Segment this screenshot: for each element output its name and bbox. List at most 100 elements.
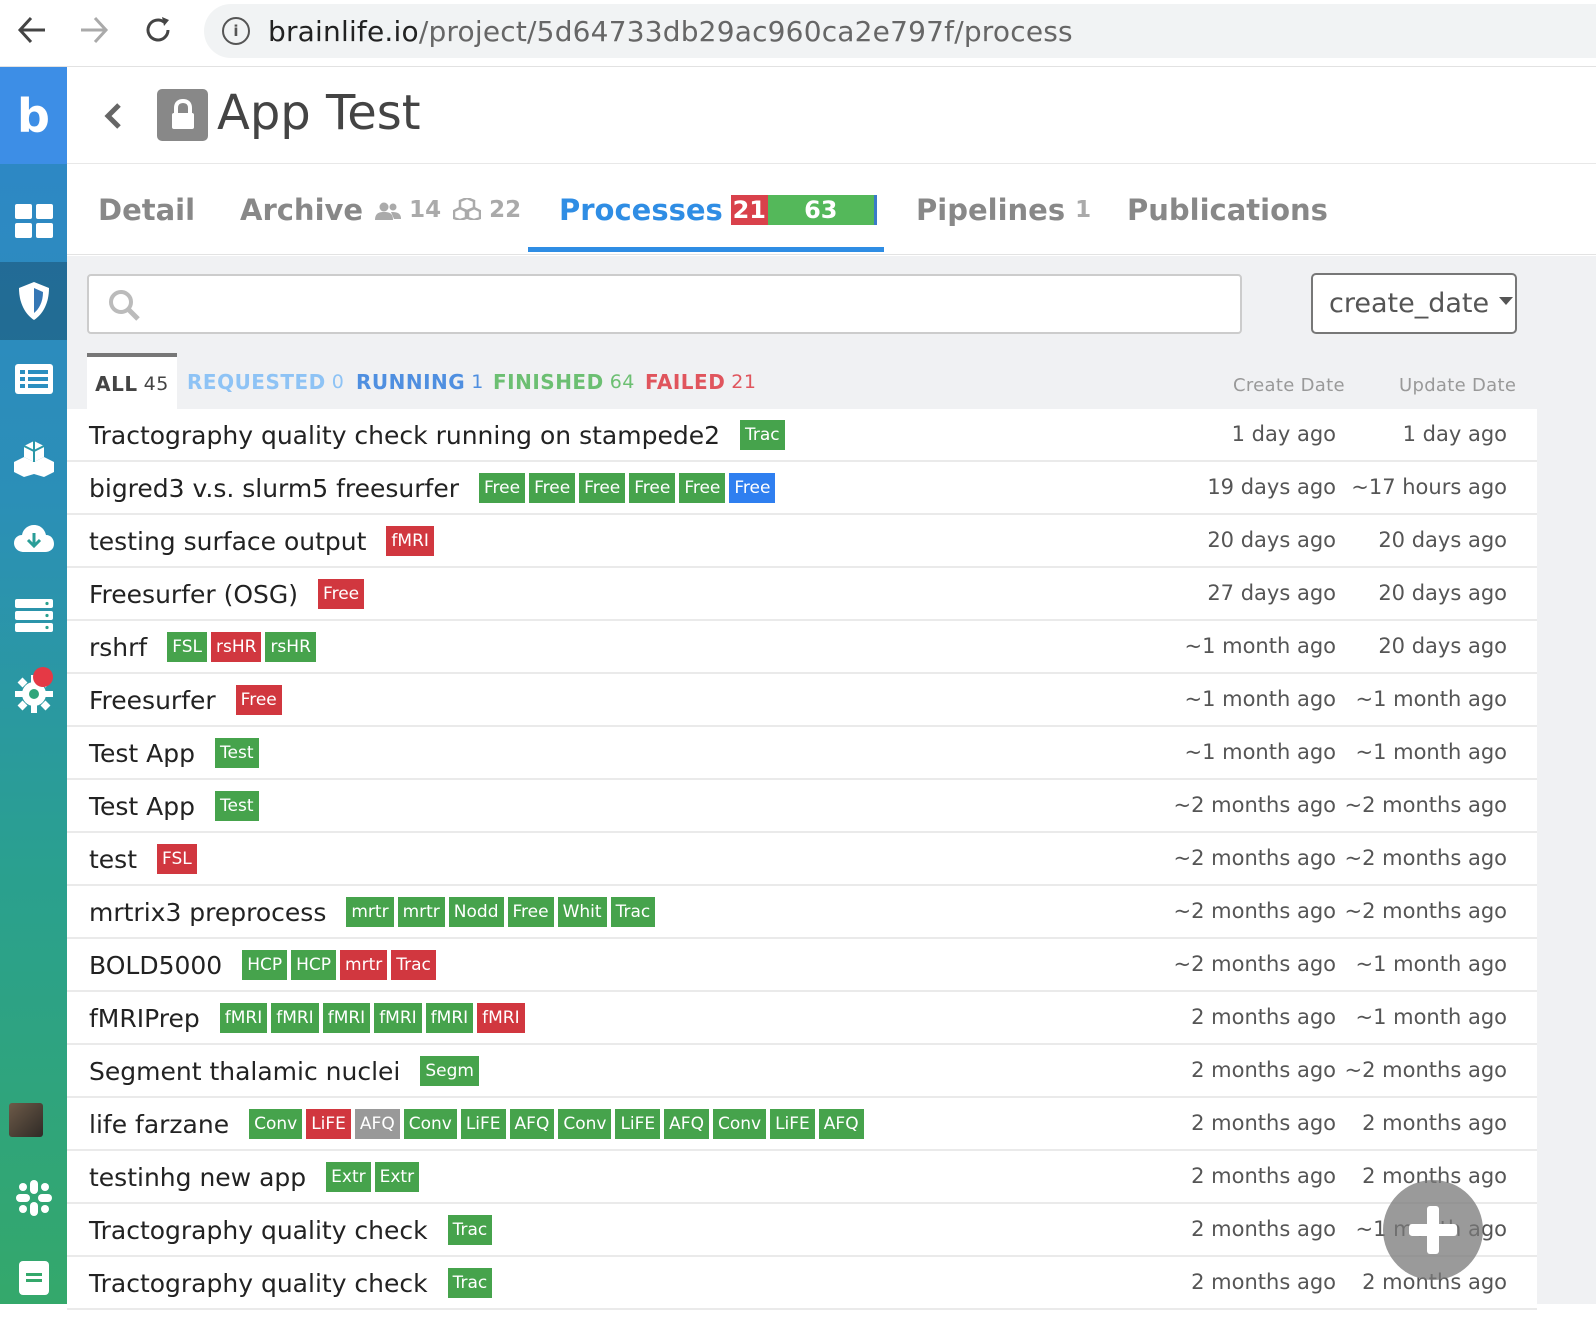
create-date-header[interactable]: Create Date bbox=[1233, 375, 1345, 396]
shield-icon[interactable] bbox=[0, 262, 67, 340]
task-tag[interactable]: Extr bbox=[374, 1162, 420, 1192]
task-tag[interactable]: Test bbox=[215, 791, 259, 821]
task-tag[interactable]: LiFE bbox=[615, 1109, 661, 1139]
task-tag[interactable]: FSL bbox=[157, 844, 197, 874]
reload-icon[interactable] bbox=[138, 10, 178, 50]
info-icon[interactable]: i bbox=[222, 17, 250, 45]
task-tag[interactable]: Free bbox=[318, 579, 365, 609]
task-tag[interactable]: rsHR bbox=[265, 632, 316, 662]
task-tag[interactable]: fMRI bbox=[219, 1003, 268, 1033]
filter-failed[interactable]: FAILED 21 bbox=[645, 353, 756, 411]
tab-detail[interactable]: Detail bbox=[98, 193, 195, 227]
tab-publications[interactable]: Publications bbox=[1127, 193, 1328, 227]
process-row[interactable]: fMRIPrep fMRI fMRI fMRI fMRI fMRI fMRI 2 months… bbox=[67, 992, 1537, 1045]
filter-all[interactable]: ALL 45 bbox=[87, 353, 177, 411]
cloud-download-icon[interactable] bbox=[0, 500, 67, 578]
process-row[interactable]: Tractography quality check Trac 2 months a… bbox=[67, 1204, 1537, 1257]
task-tag[interactable]: AFQ bbox=[818, 1109, 864, 1139]
task-tag[interactable]: Free bbox=[529, 473, 576, 503]
task-tag[interactable]: mrtr bbox=[397, 897, 445, 927]
process-row[interactable]: Freesurfer (OSG) Free 27 days ago 20 days a… bbox=[67, 568, 1537, 621]
tab-archive[interactable]: Archive 14 22 bbox=[240, 193, 521, 227]
process-row[interactable]: Tractography quality check Trac 2 months a… bbox=[67, 1257, 1537, 1310]
task-tag[interactable]: Free bbox=[507, 897, 554, 927]
process-row[interactable]: bigred3 v.s. slurm5 freesurfer Free Free Fr… bbox=[67, 462, 1537, 515]
user-avatar[interactable] bbox=[9, 1103, 43, 1137]
task-tag[interactable]: Free bbox=[579, 473, 626, 503]
cubes-icon[interactable] bbox=[0, 420, 67, 498]
address-bar[interactable]: i brainlife.io/project/5d64733db29ac960c… bbox=[204, 4, 1596, 58]
filter-running[interactable]: RUNNING 1 bbox=[356, 353, 484, 411]
filter-requested[interactable]: REQUESTED 0 bbox=[187, 353, 344, 411]
task-tag[interactable]: Trac bbox=[447, 1215, 493, 1245]
filter-finished[interactable]: FINISHED 64 bbox=[493, 353, 635, 411]
dashboard-icon[interactable] bbox=[0, 182, 67, 260]
task-tag[interactable]: Conv bbox=[249, 1109, 303, 1139]
list-icon[interactable] bbox=[0, 340, 67, 418]
task-tag[interactable]: fMRI bbox=[477, 1003, 525, 1033]
settings-gear-icon[interactable] bbox=[0, 655, 67, 733]
task-tag[interactable]: LiFE bbox=[306, 1109, 351, 1139]
process-row[interactable]: testing surface output fMRI 20 days ago 20 … bbox=[67, 515, 1537, 568]
task-tag[interactable]: Free bbox=[479, 473, 526, 503]
task-tag[interactable]: Conv bbox=[712, 1109, 767, 1139]
doc-icon[interactable] bbox=[0, 1239, 67, 1317]
search-input[interactable] bbox=[87, 274, 1242, 334]
add-process-button[interactable] bbox=[1383, 1180, 1483, 1280]
task-tag[interactable]: FSL bbox=[167, 632, 207, 662]
task-tag[interactable]: Nodd bbox=[448, 897, 504, 927]
task-tag[interactable]: Trac bbox=[447, 1268, 493, 1298]
task-tag[interactable]: fMRI bbox=[322, 1003, 371, 1033]
task-tag[interactable]: mrtr bbox=[346, 897, 394, 927]
brainlife-logo[interactable]: b bbox=[0, 67, 67, 164]
process-row[interactable]: BOLD5000 HCP HCP mrtr Trac ~2 months ago ~1 mo… bbox=[67, 939, 1537, 992]
back-icon[interactable] bbox=[12, 10, 52, 50]
process-row[interactable]: life farzane Conv LiFE AFQ Conv LiFE AFQ Conv Li… bbox=[67, 1098, 1537, 1151]
task-tag[interactable]: Free bbox=[629, 473, 676, 503]
task-tag[interactable]: AFQ bbox=[354, 1109, 400, 1139]
task-tag[interactable]: rsHR bbox=[210, 632, 262, 662]
task-tag[interactable]: Test bbox=[215, 738, 259, 768]
process-row[interactable]: test FSL ~2 months ago ~2 months ago bbox=[67, 833, 1537, 886]
tab-processes[interactable]: Processes 21 63 bbox=[559, 193, 877, 227]
process-row[interactable]: Test App Test ~1 month ago ~1 month ago bbox=[67, 727, 1537, 780]
task-tag[interactable]: HCP bbox=[242, 950, 288, 980]
task-tag[interactable]: mrtr bbox=[340, 950, 388, 980]
tab-pipelines[interactable]: Pipelines 1 bbox=[916, 193, 1091, 227]
slack-icon[interactable] bbox=[0, 1159, 67, 1237]
task-tag[interactable]: Segm bbox=[420, 1056, 479, 1086]
task-tag[interactable]: Trac bbox=[610, 897, 656, 927]
forward-icon[interactable] bbox=[74, 10, 114, 50]
task-tag[interactable]: AFQ bbox=[509, 1109, 555, 1139]
server-icon[interactable] bbox=[0, 577, 67, 655]
task-tag[interactable]: Trac bbox=[391, 950, 436, 980]
sort-select[interactable]: create_date bbox=[1311, 273, 1517, 334]
process-name-text: Tractography quality check bbox=[89, 1268, 428, 1298]
process-row[interactable]: Tractography quality check running on st… bbox=[67, 409, 1537, 462]
task-tag[interactable]: fMRI bbox=[374, 1003, 422, 1033]
task-tag[interactable]: Extr bbox=[326, 1162, 371, 1192]
task-tag[interactable]: Trac bbox=[739, 420, 785, 450]
task-tag[interactable]: Free bbox=[729, 473, 776, 503]
task-tag[interactable]: Free bbox=[235, 685, 282, 715]
task-tag[interactable]: fMRI bbox=[425, 1003, 474, 1033]
task-tag[interactable]: Conv bbox=[558, 1109, 612, 1139]
task-tag[interactable]: LiFE bbox=[770, 1109, 815, 1139]
task-tag[interactable]: fMRI bbox=[386, 526, 434, 556]
process-row[interactable]: Segment thalamic nuclei Segm 2 months ago ~… bbox=[67, 1045, 1537, 1098]
update-date-header[interactable]: Update Date bbox=[1399, 375, 1516, 396]
task-tag[interactable]: HCP bbox=[291, 950, 337, 980]
process-row[interactable]: testinhg new app Extr Extr 2 months ago 2 mo… bbox=[67, 1151, 1537, 1204]
process-row[interactable]: Test App Test ~2 months ago ~2 months ago bbox=[67, 780, 1537, 833]
process-row[interactable]: mrtrix3 preprocess mrtr mrtr Nodd Free Whit Tr… bbox=[67, 886, 1537, 939]
task-tag[interactable]: AFQ bbox=[664, 1109, 709, 1139]
tab-processes-label: Processes bbox=[559, 193, 723, 227]
task-tag[interactable]: Whit bbox=[557, 897, 607, 927]
task-tag[interactable]: fMRI bbox=[271, 1003, 319, 1033]
process-row[interactable]: Freesurfer Free ~1 month ago ~1 month ago bbox=[67, 674, 1537, 727]
task-tag[interactable]: Free bbox=[679, 473, 726, 503]
task-tag[interactable]: Conv bbox=[403, 1109, 457, 1139]
process-row[interactable]: rshrf FSL rsHR rsHR ~1 month ago 20 days ago bbox=[67, 621, 1537, 674]
back-chevron-icon[interactable] bbox=[97, 97, 127, 135]
task-tag[interactable]: LiFE bbox=[460, 1109, 506, 1139]
